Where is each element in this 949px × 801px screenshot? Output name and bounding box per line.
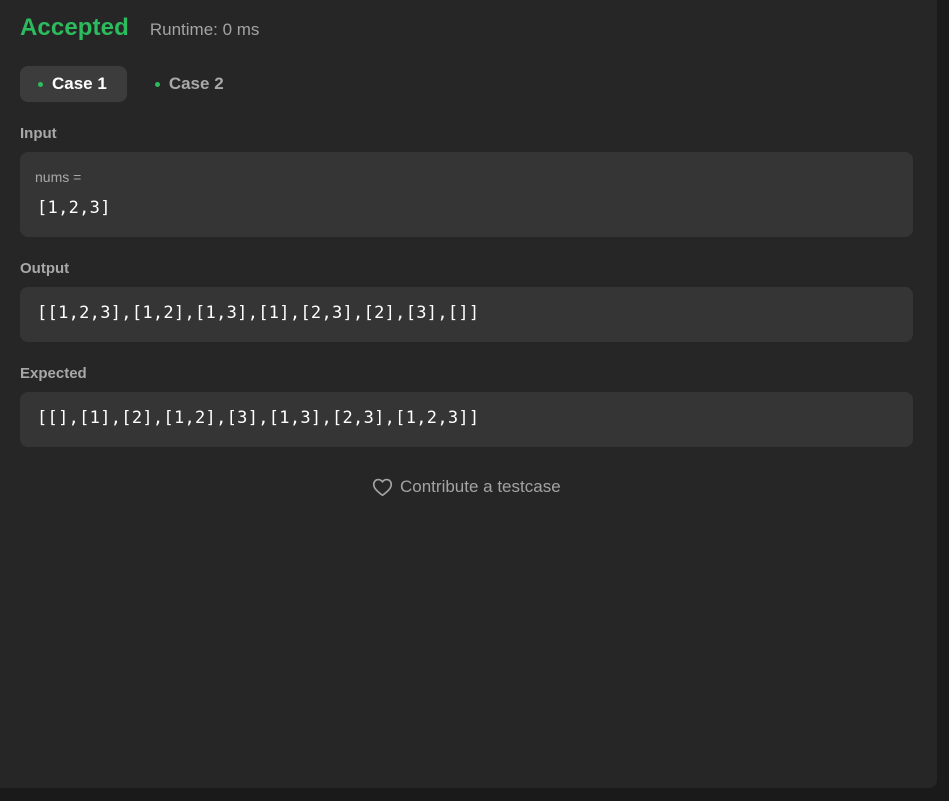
input-box: nums = [1,2,3] [20,152,913,237]
tab-case-2[interactable]: Case 2 [137,66,244,102]
tab-case-2-label: Case 2 [168,74,224,93]
contribute-testcase-button[interactable]: Contribute a testcase [372,477,561,497]
case-tabs: Case 1 Case 2 [20,66,254,102]
runtime-label: Runtime: 0 ms [149,20,260,39]
tab-case-1-label: Case 1 [52,74,107,93]
expected-value: [[],[1],[2],[1,2],[3],[1,3],[2,3],[1,2,3… [37,408,480,428]
expected-label: Expected [20,365,87,382]
result-panel: Accepted Runtime: 0 ms Case 1 Case 2 Inp… [0,0,937,788]
expected-box: [[],[1],[2],[1,2],[3],[1,3],[2,3],[1,2,3… [20,392,913,447]
input-label: Input [20,125,57,142]
tab-case-1[interactable]: Case 1 [20,66,127,102]
input-value: [1,2,3] [37,198,111,218]
output-box: [[1,2,3],[1,2],[1,3],[1],[2,3],[2],[3],[… [20,287,913,342]
status-accepted: Accepted [20,14,129,41]
status-row: Accepted Runtime: 0 ms [20,14,259,42]
case-2-status-dot-icon [154,81,160,87]
contribute-testcase-label: Contribute a testcase [400,477,561,496]
output-label: Output [20,260,70,277]
input-var-name: nums = [35,169,82,185]
case-1-status-dot-icon [38,81,43,87]
heart-icon [372,478,393,497]
output-value: [[1,2,3],[1,2],[1,3],[1],[2,3],[2],[3],[… [37,303,480,323]
